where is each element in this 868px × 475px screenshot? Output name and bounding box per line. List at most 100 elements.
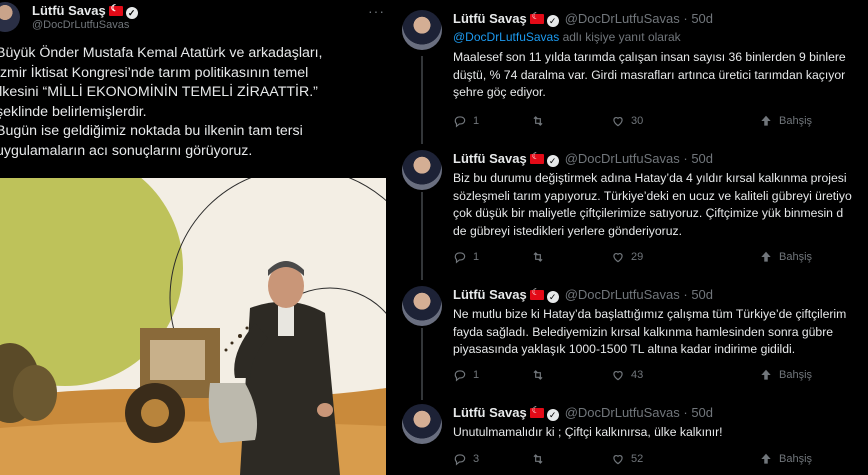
tweet-actions: 1 43 Bahşiş — [453, 368, 868, 384]
author-handle-time[interactable]: @DocDrLutfuSavas · 50d — [565, 151, 713, 166]
author-name[interactable]: Lütfü Savaş — [32, 3, 106, 18]
avatar[interactable] — [402, 10, 442, 50]
tweet-text: Büyük Önder Mustafa Kemal Atatürk ve ark… — [0, 44, 388, 162]
tip-label: Bahşiş — [779, 453, 813, 465]
reply-count: 3 — [473, 453, 480, 465]
reply-icon — [454, 252, 466, 264]
like-button[interactable]: 29 — [611, 250, 643, 264]
tweet-text-line: Maalesef son 11 yılda tarımda çalışan in… — [453, 50, 846, 64]
verified-icon: ✓ — [125, 7, 138, 19]
tip-label: Bahşiş — [779, 251, 813, 263]
author-name[interactable]: Lütfü Savaş — [453, 11, 527, 26]
tweet-text-line: Unutulmamalıdır ki ; Çiftçi kalkınırsa, … — [453, 425, 723, 439]
avatar[interactable] — [402, 404, 442, 444]
verified-icon: ✓ — [546, 409, 559, 421]
retweet-button[interactable] — [531, 452, 551, 466]
tweet-text: Ne mutlu bize ki Hatay’da başlattığımız … — [453, 306, 868, 359]
tweet-text-line: sözleşmeli tarım yapıyoruz. Türkiye’deki… — [453, 188, 852, 203]
avatar[interactable] — [402, 286, 442, 326]
tweet-text-line: Bugün ise geldiğimiz noktada bu ilkenin … — [0, 123, 303, 140]
tweet-text: Unutulmamalıdır ki ; Çiftçi kalkınırsa, … — [453, 424, 868, 442]
tip-button[interactable]: Bahşiş — [759, 452, 812, 466]
left-tweet-panel: Lütfü Savaş ✓ @DocDrLutfuSavas ··· Büyük … — [0, 0, 392, 475]
thread-connector — [421, 328, 423, 400]
tweet-actions: 1 30 Bahşiş — [453, 114, 868, 130]
verified-icon: ✓ — [546, 155, 559, 167]
tweet-text-line: çok düşük bir maliyetle çiftçilerimize s… — [453, 206, 844, 220]
farmer-illustration — [0, 178, 386, 475]
tip-button[interactable]: Bahşiş — [759, 250, 812, 264]
author-handle-time[interactable]: @DocDrLutfuSavas · 50d — [565, 11, 713, 26]
thread-connector — [421, 192, 423, 280]
tip-button[interactable]: Bahşiş — [759, 114, 812, 128]
author-handle[interactable]: @DocDrLutfuSavas — [32, 19, 129, 31]
tweet-actions: 3 52 Bahşiş — [453, 452, 868, 468]
verified-icon: ✓ — [546, 15, 559, 27]
avatar[interactable] — [402, 150, 442, 190]
retweet-icon — [533, 252, 543, 262]
more-icon[interactable]: ··· — [368, 3, 385, 19]
tweet-actions: 1 29 Bahşiş — [453, 250, 868, 266]
tweet-text-line: uygulamaların acı sonuçlarını görüyoruz. — [0, 142, 253, 159]
tweet-header: Lütfü Savaş ✓ @DocDrLutfuSavas · 50d — [453, 151, 713, 167]
reply-count: 1 — [473, 115, 480, 127]
turkish-flag-icon — [529, 287, 544, 300]
like-count: 30 — [631, 115, 644, 127]
author-name[interactable]: Lütfü Savaş — [453, 405, 527, 420]
tweet-text: Biz bu durumu değiştirmek adına Hatay’da… — [453, 170, 868, 240]
author-name[interactable]: Lütfü Savaş — [453, 287, 527, 302]
author-name-row[interactable]: Lütfü Savaş ✓ — [32, 3, 138, 19]
author-handle-time[interactable]: @DocDrLutfuSavas · 50d — [565, 287, 713, 302]
reply-icon — [454, 370, 466, 382]
tweet-header: Lütfü Savaş ✓ @DocDrLutfuSavas · 50d — [453, 11, 713, 27]
reply-button[interactable]: 3 — [453, 452, 479, 466]
reply-count: 1 — [473, 369, 480, 381]
tip-icon — [761, 251, 771, 262]
tweet-text-line: ilkesini “MİLLİ EKONOMİNİN TEMELİ ZİRAAT… — [0, 84, 318, 101]
like-button[interactable]: 30 — [611, 114, 643, 128]
tip-icon — [761, 369, 771, 380]
tweet-text-line: Ne mutlu bize ki Hatay’da başlattığımız … — [453, 307, 847, 321]
retweet-button[interactable] — [531, 114, 551, 128]
retweet-button[interactable] — [531, 368, 551, 382]
reply-context-text: adlı kişiye yanıt olarak — [559, 30, 681, 44]
tweet-header: Lütfü Savaş ✓ @DocDrLutfuSavas · 50d — [453, 287, 713, 303]
tweet-media-image[interactable] — [0, 178, 386, 475]
verified-icon: ✓ — [546, 291, 559, 303]
tip-icon — [761, 115, 771, 126]
tweet-text-line: şeklinde belirlemişlerdir. — [0, 103, 147, 120]
tweet-text-line: Büyük Önder Mustafa Kemal Atatürk ve ark… — [0, 45, 323, 61]
tweet-text-line: Biz bu durumu değiştirmek adına Hatay’da… — [453, 171, 847, 185]
tweet-text: Maalesef son 11 yılda tarımda çalışan in… — [453, 49, 868, 102]
reply-count: 1 — [473, 251, 480, 263]
turkish-flag-icon — [108, 3, 123, 16]
tip-label: Bahşiş — [779, 369, 813, 381]
thread-panel: Lütfü Savaş ✓ @DocDrLutfuSavas · 50d @DocD… — [396, 0, 868, 475]
tweet-text-line: piyasasında yaklaşık 1000-1500 TL altına… — [453, 342, 796, 356]
reply-button[interactable]: 1 — [453, 114, 479, 128]
avatar[interactable] — [0, 2, 20, 32]
reply-context: @DocDrLutfuSavas adlı kişiye yanıt olara… — [453, 30, 681, 44]
retweet-icon — [533, 454, 543, 464]
reply-icon — [454, 116, 466, 128]
tweet-text-line: düştü, % 74 daralma var. Girdi masraflar… — [453, 67, 846, 82]
author-handle-time[interactable]: @DocDrLutfuSavas · 50d — [565, 405, 713, 420]
tip-label: Bahşiş — [779, 115, 813, 127]
author-name[interactable]: Lütfü Savaş — [453, 151, 527, 166]
turkish-flag-icon — [529, 405, 544, 418]
retweet-icon — [533, 116, 543, 126]
like-count: 52 — [631, 453, 644, 465]
tip-button[interactable]: Bahşiş — [759, 368, 812, 382]
reply-button[interactable]: 1 — [453, 368, 479, 382]
reply-icon — [454, 454, 466, 466]
tweet-text-line: de gübreyi istedikleri yerlere gönderiyo… — [453, 223, 682, 238]
reply-to-link[interactable]: @DocDrLutfuSavas — [453, 30, 559, 44]
like-icon — [613, 455, 623, 465]
like-button[interactable]: 52 — [611, 452, 643, 466]
like-button[interactable]: 43 — [611, 368, 643, 382]
thread-connector — [421, 56, 423, 144]
like-count: 43 — [631, 369, 644, 381]
retweet-button[interactable] — [531, 250, 551, 264]
tip-icon — [761, 453, 771, 464]
reply-button[interactable]: 1 — [453, 250, 479, 264]
